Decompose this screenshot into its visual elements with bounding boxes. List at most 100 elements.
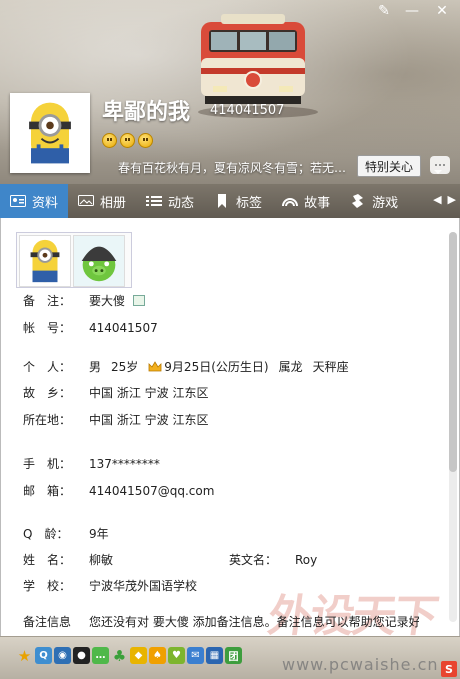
phone-value: 137******** <box>89 456 160 471</box>
game-icon <box>352 194 364 208</box>
note-label: 备注信息 <box>23 615 72 629</box>
tab-label: 故事 <box>304 195 331 211</box>
account-value: 414041507 <box>89 320 158 335</box>
age-value: 25岁 <box>111 360 139 374</box>
school-value: 宁波华茂外国语学校 <box>89 579 198 593</box>
qage-row: Q 龄： 9年 <box>23 525 109 542</box>
account-row: 帐 号： 414041507 <box>23 319 158 336</box>
signature[interactable]: 春有百花秋有月，夏有凉风冬有雪；若无闲事... <box>118 159 358 176</box>
avatar-history <box>16 232 132 288</box>
mail-icon[interactable]: ✉ <box>187 647 204 664</box>
zodiac-value: 属龙 <box>278 360 303 374</box>
app-bar: ★ Q ◉ ● … ♣ ◆ ♠ ♥ ✉ ▦ 团 www.pcwaishe.cn <box>0 636 460 679</box>
tab-bar: 资料 相册 动态 标签 故事 游戏 ◀ ▶ <box>0 184 460 218</box>
smiley-icon[interactable] <box>102 133 117 148</box>
avatar-thumbnail[interactable] <box>73 235 125 287</box>
tab-album[interactable]: 相册 <box>68 184 136 218</box>
tab-label: 标签 <box>236 195 263 211</box>
name-label: 姓 名： <box>23 553 72 567</box>
tab-profile[interactable]: 资料 <box>0 184 69 218</box>
chat-green-icon[interactable]: … <box>92 647 109 664</box>
bookmark-icon <box>218 194 227 208</box>
hometown-value: 中国 浙江 宁波 江东区 <box>89 386 209 400</box>
star-icon[interactable]: ★ <box>16 647 33 665</box>
photo-album-icon <box>78 195 95 206</box>
camera-icon[interactable]: ◉ <box>54 647 71 664</box>
personal-label: 个 人： <box>23 360 72 374</box>
english-name-value: Roy <box>295 552 318 567</box>
paintbrush-icon[interactable]: ✎ <box>370 0 398 22</box>
tab-feed[interactable]: 动态 <box>136 184 204 218</box>
school-row: 学 校： 宁波华茂外国语学校 <box>23 577 197 594</box>
penguin-icon[interactable]: ● <box>73 647 90 664</box>
special-care-button[interactable]: 特别关心 <box>357 155 421 177</box>
qzone-icon[interactable]: Q <box>35 647 52 664</box>
tab-tags[interactable]: 标签 <box>204 184 272 218</box>
crown-icon <box>148 361 162 372</box>
site-logo-icon: S <box>441 661 457 677</box>
remark-row: 备 注： 要大傻 <box>23 292 146 309</box>
name-row: 姓 名： 柳敏 英文名： Roy <box>23 551 317 568</box>
tab-label: 动态 <box>168 195 195 211</box>
name-value: 柳敏 <box>89 553 114 567</box>
remark-value: 要大傻 <box>89 294 126 308</box>
location-label: 所在地： <box>23 413 72 427</box>
story-rainbow-icon <box>282 198 299 207</box>
email-label: 邮 箱： <box>23 484 72 498</box>
calendar-icon[interactable]: ▦ <box>206 647 223 664</box>
phone-label: 手 机： <box>23 457 72 471</box>
constellation-value: 天秤座 <box>312 360 349 374</box>
smiley-icon[interactable] <box>120 133 135 148</box>
qage-label: Q 龄： <box>23 527 69 541</box>
minion-thumbnail-image <box>30 239 60 283</box>
hometown-label: 故 乡： <box>23 386 72 400</box>
pet-icon[interactable]: ♥ <box>168 647 185 664</box>
shopping-icon[interactable]: ♠ <box>149 647 166 664</box>
scrollbar-thumb[interactable] <box>449 232 457 472</box>
note-placeholder[interactable]: 您还没有对 要大傻 添加备注信息。备注信息可以帮助您记录好 <box>89 613 419 630</box>
vertical-scrollbar[interactable] <box>449 232 457 622</box>
profile-card-icon <box>10 195 26 207</box>
watermark-url: www.pcwaishe.cn <box>282 655 439 674</box>
tab-label: 资料 <box>32 195 59 211</box>
tab-games[interactable]: 游戏 <box>340 184 408 218</box>
phone-row: 手 机： 137******** <box>23 455 160 472</box>
chevron-right-icon[interactable]: ▶ <box>448 193 456 206</box>
account-label: 帐 号： <box>23 321 72 335</box>
remark-label: 备 注： <box>23 294 72 308</box>
english-name-label: 英文名： <box>229 553 278 567</box>
close-icon[interactable]: ✕ <box>428 0 456 22</box>
clover-icon[interactable]: ♣ <box>111 647 128 665</box>
edit-remark-icon[interactable] <box>133 295 146 306</box>
profile-info-panel: 备 注： 要大傻 帐 号： 414041507 个 人： 男 25岁 9月25日… <box>0 218 460 636</box>
group-icon[interactable]: 团 <box>225 647 242 664</box>
nickname: 卑鄙的我 <box>102 100 191 125</box>
status-icons <box>102 133 153 148</box>
avatar[interactable] <box>10 93 90 173</box>
chevron-left-icon[interactable]: ◀ <box>433 193 441 206</box>
minimize-icon[interactable]: — <box>398 0 426 22</box>
green-pig-thumbnail-image <box>74 236 124 286</box>
tab-label: 相册 <box>100 195 127 211</box>
qage-value: 9年 <box>89 527 109 541</box>
qq-number: 414041507 <box>210 103 285 118</box>
profile-header: ✎ — ✕ 卑鄙的我 414041507 春有百花秋有月，夏有凉风冬有雪；若无闲… <box>0 0 460 184</box>
birthday-value: 9月25日(公历生日) <box>164 360 269 374</box>
avatar-thumbnail[interactable] <box>19 235 71 287</box>
location-value: 中国 浙江 宁波 江东区 <box>89 413 209 427</box>
minion-avatar-image <box>12 95 88 171</box>
app-icons: ★ Q ◉ ● … ♣ ◆ ♠ ♥ ✉ ▦ 团 <box>16 647 242 665</box>
tab-story[interactable]: 故事 <box>272 184 340 218</box>
feed-list-icon <box>146 196 163 206</box>
game-icon[interactable]: ◆ <box>130 647 147 664</box>
hometown-row: 故 乡： 中国 浙江 宁波 江东区 <box>23 384 208 401</box>
email-value[interactable]: 414041507@qq.com <box>89 484 214 498</box>
tab-scroll-arrows: ◀ ▶ <box>433 193 456 206</box>
smiley-icon[interactable] <box>138 133 153 148</box>
tab-label: 游戏 <box>372 195 399 211</box>
gender-value: 男 <box>89 360 102 374</box>
personal-row: 个 人： 男 25岁 9月25日(公历生日) 属龙 天秤座 <box>23 358 349 375</box>
chat-bubble-icon[interactable] <box>430 156 450 174</box>
school-label: 学 校： <box>23 579 72 593</box>
location-row: 所在地： 中国 浙江 宁波 江东区 <box>23 411 208 428</box>
